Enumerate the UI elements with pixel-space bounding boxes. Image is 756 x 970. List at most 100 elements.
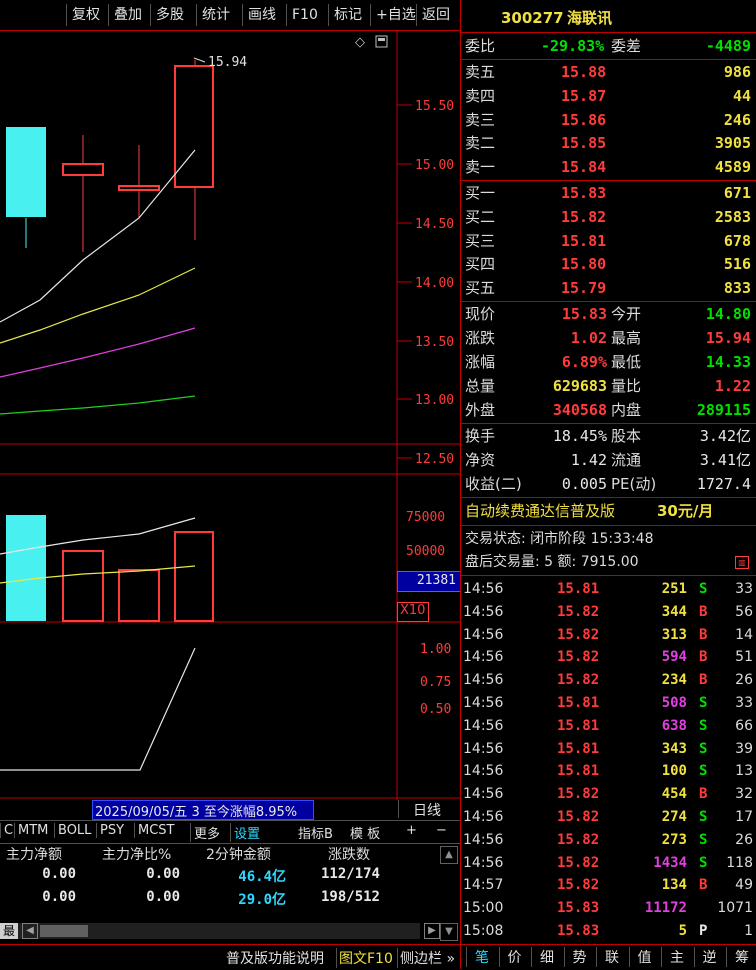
toolbar-button-3[interactable]: 统计 <box>196 4 235 26</box>
quote-label: 现价 <box>465 305 496 323</box>
quote-label: 总量 <box>465 377 496 395</box>
bid-price: 15.81 <box>561 231 607 250</box>
tick-count: 56 <box>735 603 753 620</box>
tick-price: 15.83 <box>557 900 600 917</box>
panel-tab-8[interactable]: 筹 <box>726 947 756 967</box>
scroll-up-icon[interactable]: ▲ <box>440 846 458 864</box>
indicator-button-2[interactable]: + <box>406 823 417 838</box>
indicator-tab-mcst[interactable]: MCST <box>134 823 178 838</box>
table-left-tab[interactable]: 最 <box>0 923 18 939</box>
tick-direction: S <box>699 581 708 597</box>
tick-time: 14:56 <box>463 854 504 871</box>
chart-toggle-icon[interactable]: ▥ <box>735 556 749 569</box>
panel-tab-5[interactable]: 值 <box>628 947 660 967</box>
fundamental-row: 净资 1.42 流通 3.41亿 <box>461 449 756 472</box>
promo-row[interactable]: 自动续费通达信普及版 30元/月 <box>461 500 756 523</box>
tick-row: 14:56 15.82 454 B 32 <box>461 783 756 806</box>
tick-count: 26 <box>735 831 753 848</box>
fundamental-value: 1727.4 <box>696 475 751 493</box>
after-hours-row: 盘后交易量: 5 额: 7915.00 ▥ <box>461 551 756 574</box>
toolbar-button-5[interactable]: F10 <box>286 4 323 26</box>
bid-volume: 516 <box>723 255 751 274</box>
volume-current-value: 21381 <box>416 573 456 588</box>
tick-count: 33 <box>735 695 753 711</box>
volume-current-box: 21381 <box>397 571 461 592</box>
stock-header: 300277 海联讯 <box>461 5 756 31</box>
quote-panel: 300277 海联讯 委比 -29.83% 委差 -4489 卖五 15.88 98… <box>460 0 756 969</box>
fund-table-cell: 46.4亿 <box>238 869 286 885</box>
toolbar-button-4[interactable]: 画线 <box>242 4 281 26</box>
promo-price[interactable]: 30元/月 <box>657 500 713 523</box>
toolbar-button-0[interactable]: 复权 <box>66 4 105 26</box>
quote-value: 14.33 <box>705 353 751 371</box>
indicator-tabs: C MTM BOLL PSY MCST 更多 设置 指标B 模 板 + − <box>0 820 460 844</box>
quote-label: 外盘 <box>465 401 496 419</box>
promo-text[interactable]: 自动续费通达信普及版 <box>465 500 615 523</box>
tick-count: 14 <box>735 626 753 643</box>
tick-row: 14:56 15.81 343 S 39 <box>461 738 756 761</box>
period-box[interactable]: 日线 <box>398 800 460 819</box>
window-icon[interactable] <box>375 35 388 48</box>
panel-tab-6[interactable]: 主 <box>661 947 692 967</box>
weicha-label: 委差 <box>611 37 642 55</box>
horizontal-scrollbar[interactable]: 最 ◀ <box>0 923 420 939</box>
f10-link[interactable]: 图文F10 <box>336 948 393 968</box>
help-link[interactable]: 普及版功能说明 <box>226 948 324 968</box>
tick-direction: S <box>699 831 708 848</box>
ask-price: 15.85 <box>561 134 607 153</box>
scroll-left-icon[interactable]: ◀ <box>22 923 38 939</box>
panel-tab-1[interactable]: 价 <box>498 947 530 967</box>
indicator-tab-设置[interactable]: 设置 <box>230 823 263 842</box>
quote-label: 量比 <box>611 377 642 395</box>
ma-line-green <box>0 395 196 415</box>
volume-bar-1 <box>6 515 46 621</box>
quote-label: 今开 <box>611 305 642 323</box>
quote-row: 现价 15.83 今开 14.80 <box>461 303 756 326</box>
toolbar-button-2[interactable]: 多股 <box>150 4 189 26</box>
indicator-button-0[interactable]: 指标B <box>298 823 333 842</box>
tick-price: 15.83 <box>557 923 600 939</box>
indicator-tab-boll[interactable]: BOLL <box>54 823 94 838</box>
indicator-button-3[interactable]: − <box>436 823 447 838</box>
ask-row: 卖二 15.85 3905 <box>461 132 756 155</box>
tick-price: 15.82 <box>557 809 600 825</box>
tick-count: 1071 <box>717 900 753 917</box>
ma-line-magenta <box>0 327 196 378</box>
panel-tab-3[interactable]: 势 <box>563 947 595 967</box>
bid-volume: 833 <box>723 279 751 298</box>
quote-label: 涨幅 <box>465 353 496 371</box>
indicator-tab-更多[interactable]: 更多 <box>190 823 223 842</box>
fundamental-label: PE(动) <box>611 475 657 493</box>
tick-price: 15.82 <box>557 603 600 620</box>
panel-tab-2[interactable]: 细 <box>531 947 562 967</box>
tick-direction: P <box>699 923 708 939</box>
indicator-button-1[interactable]: 模 板 <box>350 823 380 842</box>
tick-row: 14:56 15.81 508 S 33 <box>461 692 756 715</box>
tick-row: 14:56 15.82 273 S 26 <box>461 829 756 852</box>
scroll-right-icon[interactable]: ▶ <box>424 923 440 939</box>
sidebar-link[interactable]: 侧边栏 » <box>397 948 455 968</box>
panel-tab-0[interactable]: 笔 <box>466 947 497 967</box>
scroll-thumb[interactable] <box>40 925 88 937</box>
toolbar-button-7[interactable]: +自选 <box>370 4 421 26</box>
fundamental-label: 收益(二) <box>465 475 522 493</box>
tick-time: 14:56 <box>463 581 504 597</box>
tick-price: 15.81 <box>557 740 600 757</box>
panel-tab-4[interactable]: 联 <box>596 947 627 967</box>
toolbar-button-8[interactable]: 返回 <box>416 4 455 26</box>
diamond-icon[interactable]: ◇ <box>355 35 365 50</box>
tick-time: 14:57 <box>463 877 504 894</box>
quote-label: 最低 <box>611 353 642 371</box>
toolbar-button-1[interactable]: 叠加 <box>108 4 147 26</box>
indicator-tab-psy[interactable]: PSY <box>96 823 127 838</box>
kline-chart[interactable]: 15.94 ◇ 15.50 15.00 14.50 14.00 13.50 13.00 12… <box>0 30 460 800</box>
ask-volume: 246 <box>723 110 751 129</box>
panel-tab-7[interactable]: 逆 <box>693 947 725 967</box>
bid-price: 15.79 <box>561 279 607 298</box>
indicator-tab-mtm[interactable]: MTM <box>14 823 51 838</box>
kline-chart-svg: 15.94 ◇ 15.50 15.00 14.50 14.00 13.50 13.00 12… <box>0 30 460 800</box>
quote-value: 1.22 <box>714 377 751 395</box>
toolbar-button-6[interactable]: 标记 <box>328 4 367 26</box>
tick-volume: 508 <box>661 695 687 711</box>
scroll-down-icon[interactable]: ▼ <box>440 923 458 941</box>
